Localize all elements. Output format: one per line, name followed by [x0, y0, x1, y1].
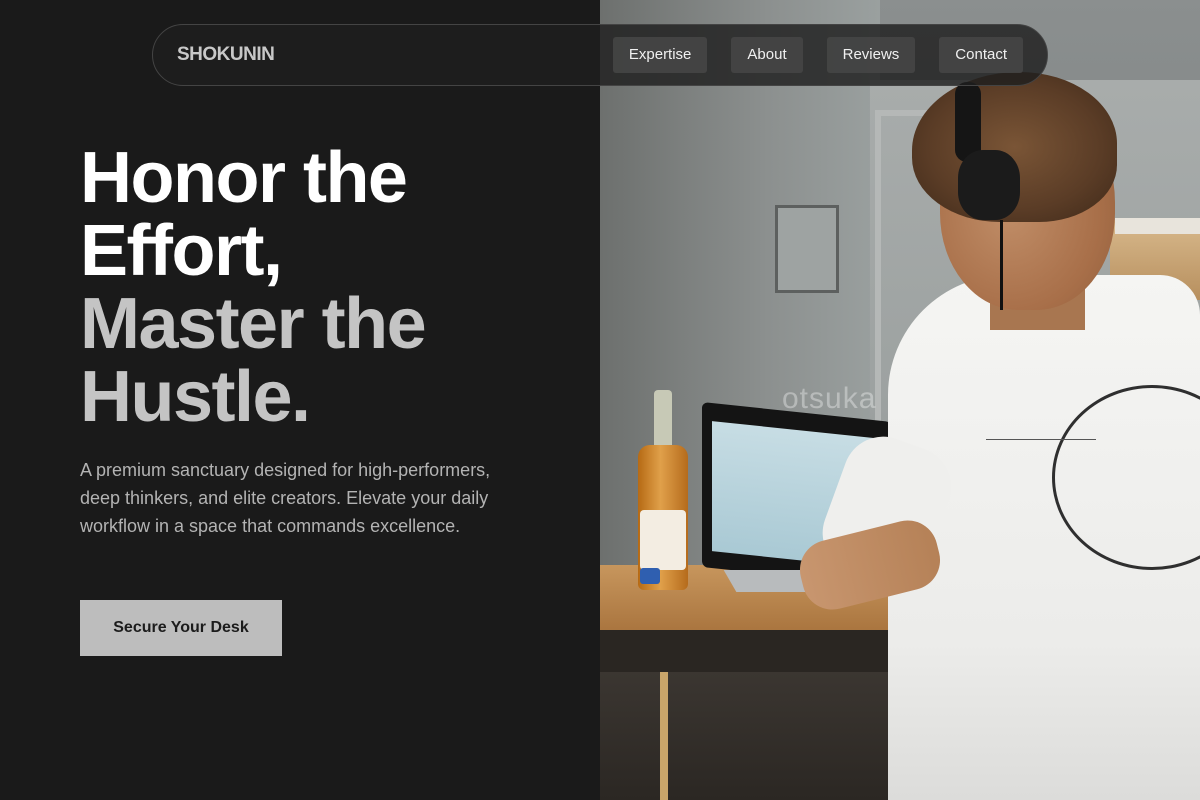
landing-page: otsuka SHOKUNIN Expertise About Reviews …: [0, 0, 1200, 800]
photo-bottle-neck: [654, 390, 672, 450]
photo-bottle: [638, 390, 688, 590]
hero-description: A premium sanctuary designed for high-pe…: [80, 460, 491, 536]
photo-shelf-top: [1115, 218, 1200, 234]
photo-headphones-cup: [958, 150, 1020, 220]
hero-title-line-4: Hustle.: [80, 357, 311, 437]
hero-title: Honor the Effort, Master the Hustle.: [80, 142, 600, 434]
hero-title-line-2: Effort,: [80, 211, 283, 291]
hero-title-line-3: Master the: [80, 284, 427, 364]
hero-title-line-1: Honor the: [80, 138, 408, 218]
top-navbar: SHOKUNIN Expertise About Reviews Contact: [152, 24, 1048, 86]
photo-bottle-label: [640, 510, 686, 570]
nav-item-contact[interactable]: Contact: [939, 37, 1023, 73]
brand-logo[interactable]: SHOKUNIN: [177, 44, 275, 66]
photo-watermark: otsuka: [782, 382, 877, 415]
nav-item-expertise[interactable]: Expertise: [612, 37, 708, 73]
photo-picture-frame: [775, 205, 839, 293]
nav-links: Expertise About Reviews Contact: [612, 37, 1023, 73]
secure-desk-button[interactable]: Secure Your Desk: [80, 600, 282, 656]
photo-shirt-scribble: [986, 390, 1096, 440]
photo-bottle-cap: [640, 568, 660, 584]
nav-item-about[interactable]: About: [731, 37, 803, 73]
nav-item-reviews[interactable]: Reviews: [826, 37, 916, 73]
photo-desk-leg: [660, 672, 668, 800]
hero-photo: otsuka: [600, 0, 1200, 800]
photo-headphones-cable: [1000, 220, 1003, 310]
